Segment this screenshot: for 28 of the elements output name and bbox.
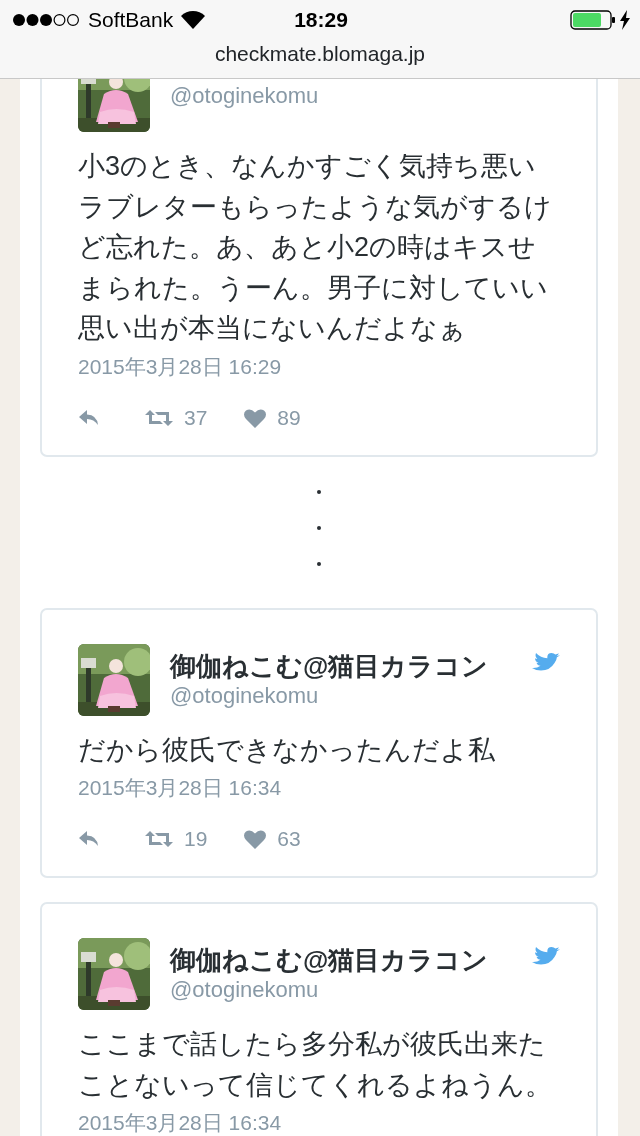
heart-icon[interactable] <box>243 828 268 850</box>
tweet-date: 2015年3月28日 16:34 <box>78 1110 283 1136</box>
tweet-text: だから彼氏できなかったんだよ私 <box>78 733 496 767</box>
carrier-name: SoftBank <box>88 7 174 34</box>
like-count: 63 <box>277 826 301 853</box>
tweet-date: 2015年3月28日 16:29 <box>78 353 283 380</box>
wifi-icon <box>181 11 206 29</box>
ellipsis-dot <box>317 489 321 494</box>
author-handle[interactable]: @otoginekomu <box>170 976 319 1004</box>
retweet-count: 37 <box>184 404 208 431</box>
ellipsis-dot <box>317 561 321 566</box>
author-handle[interactable]: @otoginekomu <box>170 82 319 110</box>
charging-icon <box>620 10 630 30</box>
ellipsis-dot <box>317 525 321 530</box>
retweet-count: 19 <box>184 826 208 853</box>
battery-icon <box>570 10 616 30</box>
tweet-text: ここまで話したら多分私が彼氏出来たことないって信じてくれるよねうん。 <box>78 1028 553 1102</box>
author-name: 御伽ねこむ@猫目カラコン <box>170 649 489 682</box>
clock-time: 18:29 <box>294 7 348 34</box>
url-text: checkmate.blomaga.jp <box>214 41 426 67</box>
like-count: 89 <box>277 404 301 431</box>
heart-icon[interactable] <box>243 406 268 429</box>
tweet-date: 2015年3月28日 16:34 <box>78 775 283 801</box>
author-name: 御伽ねこむ@猫目カラコン <box>170 944 489 976</box>
author-handle[interactable]: @otoginekomu <box>170 681 319 710</box>
retweet-icon[interactable] <box>144 828 174 850</box>
signal-icon <box>12 13 80 27</box>
tweet-text: 小3のとき、なんかすごく気持ち悪いラブレターもらったような気がするけど忘れた。あ、あと小2の時はキスせまられた。うーん。男子に対していい思い出が本当にないんだよなぁ <box>78 150 553 345</box>
